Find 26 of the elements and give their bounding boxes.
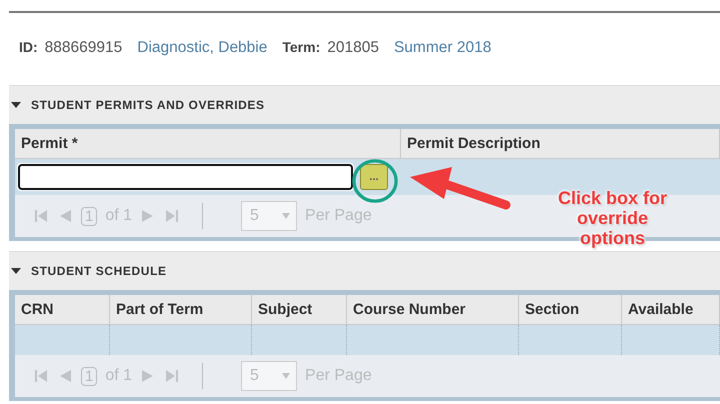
column-header[interactable]: Permit *	[15, 129, 401, 159]
column-header[interactable]: CRN	[15, 295, 110, 325]
collapsible-heading-bar[interactable]: STUDENT SCHEDULE	[9, 251, 720, 290]
dropdown-caret-icon	[282, 373, 290, 379]
column-header[interactable]: Course Number	[347, 295, 519, 325]
column-header[interactable]: Subject	[252, 295, 347, 325]
column-header[interactable]: Part of Term	[110, 295, 252, 325]
section-title: STUDENT PERMITS AND OVERRIDES	[31, 98, 265, 112]
dropdown-caret-icon	[282, 213, 290, 219]
id-value: 888669915	[44, 39, 122, 57]
term-value: 201805	[327, 39, 379, 57]
term-label: Term:	[282, 39, 320, 55]
caret-down-icon[interactable]	[11, 267, 21, 275]
callout-text: Click box for override options	[556, 188, 668, 248]
permit-input-field[interactable]	[18, 164, 353, 190]
caret-down-icon[interactable]	[11, 101, 21, 109]
column-header[interactable]: Permit Description	[401, 129, 720, 159]
student-name-link[interactable]: Diagnostic, Debbie	[137, 39, 268, 57]
highlight-circle	[351, 158, 399, 204]
lookup-button[interactable]: ...	[360, 164, 388, 190]
id-label: ID:	[19, 39, 38, 55]
collapsible-heading-bar[interactable]: STUDENT PERMITS AND OVERRIDES	[9, 85, 720, 124]
column-header[interactable]: Available	[622, 295, 720, 325]
column-header[interactable]: Section	[519, 295, 622, 325]
term-name-link[interactable]: Summer 2018	[394, 39, 492, 57]
section-title: STUDENT SCHEDULE	[31, 264, 167, 278]
